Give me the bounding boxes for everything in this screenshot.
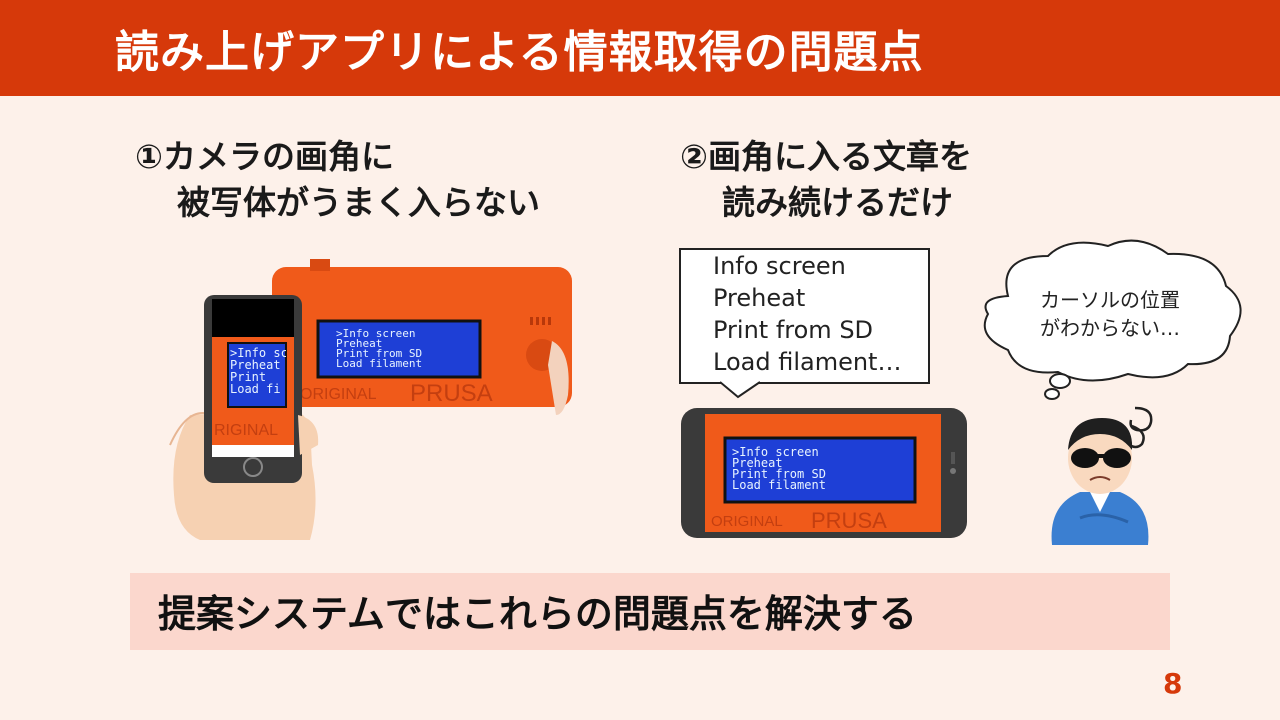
printer-brand-right: PRUSA [410,380,493,407]
printer-lcd-line-4: Load filament [336,357,423,370]
speech-bubble-text: Info screen Preheat Print from SD Load f… [713,250,901,378]
spoken-line-1: Info screen [713,252,846,280]
thought-text: カーソルの位置 がわからない… [1000,286,1220,342]
conclusion-text: 提案システムではこれらの問題点を解決する [158,592,917,636]
speech-bubble-tail [720,381,760,399]
printer-brand-left: ORIGINAL [300,386,377,403]
problem-2-line1: ②画角に入る文章を [680,137,972,176]
landscape-lcd-line-4: Load filament [732,478,826,492]
problem-2: ②画角に入る文章を 読み続けるだけ [680,134,972,226]
spoken-line-3: Print from SD [713,316,874,344]
landscape-brand-left: ORIGINAL [711,513,783,530]
thought-line-2: がわからない… [1040,316,1180,340]
problem-1-line1: ①カメラの画角に [135,137,394,176]
landscape-brand-right: PRUSA [811,508,887,533]
thought-line-1: カーソルの位置 [1040,288,1180,312]
phone-brand: RIGINAL [214,422,278,439]
printer-lcd-text: >Info screen Preheat Print from SD Load … [336,328,423,370]
confused-person-icon [1051,406,1153,545]
spoken-line-2: Preheat [713,284,806,312]
spoken-line-4: Load filament… [713,348,902,376]
landscape-lcd-text: >Info screen Preheat Print from SD Load … [732,446,826,492]
problem-1-line2: 被写体がうまく入らない [177,183,540,222]
printer-photo-illustration: ORIGINAL PRUSA RIGINAL [169,259,572,540]
phone-lcd-text: >Info sc Preheat Print Load fi [230,347,286,395]
page-number: 8 [1163,667,1183,700]
problem-1: ①カメラの画角に 被写体がうまく入らない [135,134,540,226]
phone-lcd-line-4: Load fi [230,382,281,395]
slide-title: 読み上げアプリによる情報取得の問題点 [115,27,924,78]
problem-2-line2: 読み続けるだけ [722,183,953,222]
